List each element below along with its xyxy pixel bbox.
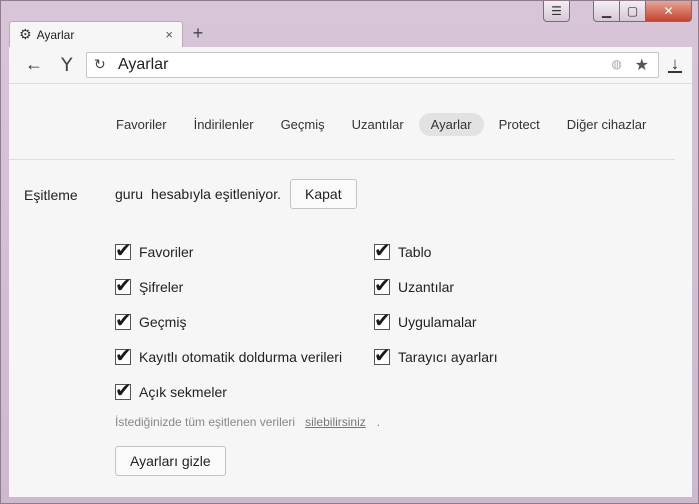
settings-nav: Favoriler İndirilenler Geçmiş Uzantılar … — [104, 113, 661, 136]
checkbox-favorites[interactable]: ✔ Favoriler — [115, 234, 342, 269]
nav-item-downloads[interactable]: İndirilenler — [182, 113, 266, 136]
window-system-controls: ▁ ▢ ✕ — [593, 1, 692, 22]
checkbox-label: Tablo — [398, 243, 432, 260]
download-arrow: ↓ — [670, 54, 680, 73]
nav-item-protect[interactable]: Protect — [487, 113, 552, 136]
checkmark-icon: ✔ — [374, 307, 391, 332]
checkbox-box[interactable]: ✔ — [374, 238, 391, 262]
checkbox-browser-settings[interactable]: ✔ Tarayıcı ayarları — [374, 339, 498, 374]
toolbar: ← Y ↻ Ayarlar ◍ ★ ↓ — [9, 47, 692, 84]
checkbox-label: Açık sekmeler — [139, 383, 227, 400]
checkbox-box[interactable]: ✔ — [374, 273, 391, 297]
hide-settings-button[interactable]: Ayarları gizle — [115, 446, 226, 476]
note-end: . — [376, 415, 381, 429]
tab-settings[interactable]: ⚙ Ayarlar × — [9, 21, 183, 47]
checkmark-icon: ✔ — [115, 342, 132, 367]
sync-status-text: hesabıyla eşitleniyor. — [151, 186, 281, 202]
checkmark-icon: ✔ — [115, 237, 132, 262]
sync-options-left: ✔ Favoriler ✔ Şifreler ✔ Geçmiş ✔ Kayıtl… — [115, 234, 342, 409]
browser-window: ☰ ▁ ▢ ✕ ⚙ Ayarlar × + ← Y ↻ Ayarlar ◍ ★ … — [0, 0, 699, 504]
nav-item-extensions[interactable]: Uzantılar — [340, 113, 416, 136]
checkbox-label: Tarayıcı ayarları — [398, 348, 498, 365]
nav-item-history[interactable]: Geçmiş — [269, 113, 337, 136]
checkbox-extensions[interactable]: ✔ Uzantılar — [374, 269, 498, 304]
download-icon[interactable]: ↓ — [666, 54, 684, 73]
section-title-sync: Eşitleme — [24, 187, 78, 203]
tab-title: Ayarlar — [36, 27, 75, 42]
delete-data-note: İstediğinizde tüm eşitlenen verileri sil… — [115, 415, 380, 429]
checkbox-box[interactable]: ✔ — [374, 343, 391, 367]
checkmark-icon: ✔ — [374, 342, 391, 367]
checkmark-icon: ✔ — [115, 307, 132, 332]
checkbox-apps[interactable]: ✔ Uygulamalar — [374, 304, 498, 339]
checkbox-box[interactable]: ✔ — [115, 308, 132, 332]
note-text: İstediğinizde tüm eşitlenen verileri — [115, 415, 296, 429]
checkbox-tablo[interactable]: ✔ Tablo — [374, 234, 498, 269]
checkbox-label: Şifreler — [139, 278, 184, 295]
checkbox-box[interactable]: ✔ — [115, 343, 132, 367]
window-menu-controls: ☰ — [543, 1, 570, 22]
sync-username: guru — [115, 186, 144, 202]
bookmark-star-icon[interactable]: ★ — [635, 55, 649, 75]
checkmark-icon: ✔ — [374, 272, 391, 297]
checkbox-open-tabs[interactable]: ✔ Açık sekmeler — [115, 374, 342, 409]
menu-icon[interactable]: ☰ — [543, 1, 570, 22]
checkbox-label: Kayıtlı otomatik doldurma verileri — [139, 348, 343, 365]
nav-item-other-devices[interactable]: Diğer cihazlar — [555, 113, 658, 136]
checkbox-label: Geçmiş — [139, 313, 187, 330]
checkbox-autofill[interactable]: ✔ Kayıtlı otomatik doldurma verileri — [115, 339, 342, 374]
delete-data-link[interactable]: silebilirsiniz — [305, 415, 366, 429]
settings-page: Favoriler İndirilenler Geçmiş Uzantılar … — [9, 84, 692, 497]
checkbox-history[interactable]: ✔ Geçmiş — [115, 304, 342, 339]
globe-icon[interactable]: ◍ — [612, 57, 622, 71]
sync-options-right: ✔ Tablo ✔ Uzantılar ✔ Uygulamalar ✔ Tara… — [374, 234, 498, 374]
nav-item-settings[interactable]: Ayarlar — [418, 113, 484, 136]
new-tab-button[interactable]: + — [189, 23, 207, 44]
checkbox-box[interactable]: ✔ — [115, 378, 132, 402]
checkbox-box[interactable]: ✔ — [115, 273, 132, 297]
tab-close-icon[interactable]: × — [165, 27, 173, 42]
maximize-icon[interactable]: ▢ — [620, 1, 646, 22]
sync-status: guru hesabıyla eşitleniyor. Kapat — [115, 179, 357, 209]
reload-icon[interactable]: ↻ — [94, 56, 106, 73]
checkmark-icon: ✔ — [115, 272, 132, 297]
checkbox-label: Uzantılar — [398, 278, 455, 295]
gear-icon: ⚙ — [19, 26, 32, 42]
divider — [9, 159, 675, 160]
checkmark-icon: ✔ — [374, 237, 391, 262]
checkbox-box[interactable]: ✔ — [374, 308, 391, 332]
checkbox-label: Uygulamalar — [398, 313, 477, 330]
address-text[interactable]: Ayarlar — [118, 56, 168, 74]
browser-logo-icon[interactable]: Y — [61, 54, 73, 76]
checkbox-box[interactable]: ✔ — [115, 238, 132, 262]
address-bar[interactable]: ↻ Ayarlar ◍ ★ — [86, 52, 659, 78]
checkbox-label: Favoriler — [139, 243, 194, 260]
nav-item-favorites[interactable]: Favoriler — [104, 113, 179, 136]
minimize-icon[interactable]: ▁ — [593, 1, 620, 22]
checkmark-icon: ✔ — [115, 377, 132, 402]
disconnect-button[interactable]: Kapat — [290, 179, 357, 209]
close-window-icon[interactable]: ✕ — [646, 1, 692, 22]
back-arrow-icon[interactable]: ← — [25, 54, 43, 75]
checkbox-passwords[interactable]: ✔ Şifreler — [115, 269, 342, 304]
